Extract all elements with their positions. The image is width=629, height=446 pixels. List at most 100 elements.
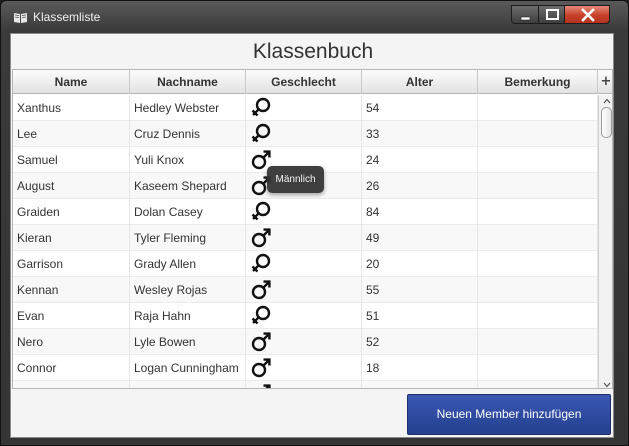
male-symbol-icon bbox=[250, 357, 272, 379]
cell-geschlecht[interactable] bbox=[246, 381, 362, 388]
cell-bemerkung[interactable] bbox=[478, 95, 598, 121]
cell-bemerkung[interactable] bbox=[478, 173, 598, 199]
cell-nachname: Raja Hahn bbox=[130, 303, 246, 329]
cell-bemerkung[interactable] bbox=[478, 251, 598, 277]
cell-nachname: Hedley Webster bbox=[130, 95, 246, 121]
table-header: Name Nachname Geschlecht Alter Bemerkung… bbox=[13, 70, 612, 94]
female-symbol-icon bbox=[250, 201, 272, 223]
minimize-icon bbox=[520, 16, 531, 21]
cell-name: Connor bbox=[13, 355, 130, 381]
male-symbol-icon bbox=[250, 331, 272, 353]
add-member-button[interactable]: Neuen Member hinzufügen bbox=[407, 394, 611, 435]
cell-bemerkung[interactable] bbox=[478, 303, 598, 329]
cell-geschlecht[interactable] bbox=[246, 355, 362, 381]
table-body: Xanthus Hedley Webster 54 Lee Cruz Dennis 33 S… bbox=[13, 95, 598, 388]
cell-alter: 20 bbox=[362, 251, 478, 277]
female-symbol-icon bbox=[250, 97, 272, 119]
cell-nachname: Grady Allen bbox=[130, 251, 246, 277]
title-bar[interactable]: Klassemliste bbox=[1, 1, 628, 33]
cell-nachname: Lyle Bowen bbox=[130, 329, 246, 355]
cell-geschlecht[interactable] bbox=[246, 95, 362, 121]
table-row[interactable]: Garrison Grady Allen 20 bbox=[13, 251, 598, 277]
cell-nachname: Rigel Brady bbox=[130, 381, 246, 388]
cell-name: Nero bbox=[13, 329, 130, 355]
cell-bemerkung[interactable] bbox=[478, 199, 598, 225]
cell-bemerkung[interactable] bbox=[478, 147, 598, 173]
scroll-up-icon[interactable] bbox=[603, 98, 611, 104]
cell-alter: 33 bbox=[362, 121, 478, 147]
cell-name: Kennan bbox=[13, 277, 130, 303]
male-symbol-icon bbox=[250, 383, 272, 388]
cell-geschlecht[interactable] bbox=[246, 251, 362, 277]
cell-alter: 21 bbox=[362, 381, 478, 388]
table-row[interactable]: Lee Cruz Dennis 33 bbox=[13, 121, 598, 147]
column-header-nachname[interactable]: Nachname bbox=[130, 70, 246, 94]
maximize-button[interactable] bbox=[538, 5, 565, 24]
female-symbol-icon bbox=[250, 253, 272, 275]
vertical-scrollbar[interactable] bbox=[598, 95, 612, 388]
table-row[interactable]: Connor Logan Cunningham 18 bbox=[13, 355, 598, 381]
members-table: Name Nachname Geschlecht Alter Bemerkung… bbox=[12, 69, 613, 389]
cell-bemerkung[interactable] bbox=[478, 355, 598, 381]
cell-name: Evan bbox=[13, 303, 130, 329]
cell-alter: 18 bbox=[362, 355, 478, 381]
table-row[interactable]: Evan Raja Hahn 51 bbox=[13, 303, 598, 329]
column-header-geschlecht[interactable]: Geschlecht bbox=[246, 70, 362, 94]
cell-geschlecht[interactable] bbox=[246, 199, 362, 225]
column-header-name[interactable]: Name bbox=[13, 70, 130, 94]
female-symbol-icon bbox=[250, 123, 272, 145]
table-row[interactable]: Graiden Dolan Casey 84 bbox=[13, 199, 598, 225]
minimize-button[interactable] bbox=[511, 5, 539, 24]
cell-name: August bbox=[13, 173, 130, 199]
close-icon bbox=[581, 8, 595, 22]
column-header-alter[interactable]: Alter bbox=[362, 70, 478, 94]
cell-bemerkung[interactable] bbox=[478, 225, 598, 251]
window-title: Klassemliste bbox=[33, 10, 101, 24]
cell-nachname: Logan Cunningham bbox=[130, 355, 246, 381]
cell-name: Garrison bbox=[13, 251, 130, 277]
cell-alter: 52 bbox=[362, 329, 478, 355]
female-symbol-icon bbox=[250, 305, 272, 327]
column-header-bemerkung[interactable]: Bemerkung bbox=[478, 70, 598, 94]
cell-geschlecht[interactable] bbox=[246, 277, 362, 303]
male-symbol-icon bbox=[250, 227, 272, 249]
cell-geschlecht[interactable] bbox=[246, 303, 362, 329]
cell-nachname: Wesley Rojas bbox=[130, 277, 246, 303]
gender-tooltip: Männlich bbox=[267, 166, 324, 193]
cell-nachname: Yuli Knox bbox=[130, 147, 246, 173]
cell-name: Samuel bbox=[13, 147, 130, 173]
cell-bemerkung[interactable] bbox=[478, 329, 598, 355]
table-row[interactable]: Kieran Tyler Fleming 49 bbox=[13, 225, 598, 251]
cell-alter: 84 bbox=[362, 199, 478, 225]
cell-nachname: Kaseem Shepard bbox=[130, 173, 246, 199]
book-icon bbox=[14, 13, 27, 23]
cell-name: Graiden bbox=[13, 199, 130, 225]
cell-alter: 54 bbox=[362, 95, 478, 121]
cell-name: Xanthus bbox=[13, 95, 130, 121]
cell-bemerkung[interactable] bbox=[478, 381, 598, 388]
application-window: Klassemliste Klassenbuch Name Nachname G… bbox=[0, 0, 629, 446]
cell-nachname: Cruz Dennis bbox=[130, 121, 246, 147]
male-symbol-icon bbox=[250, 279, 272, 301]
table-row[interactable]: Kennan Wesley Rojas 55 bbox=[13, 277, 598, 303]
cell-alter: 26 bbox=[362, 173, 478, 199]
cell-name: Lee bbox=[13, 121, 130, 147]
close-button[interactable] bbox=[564, 5, 610, 24]
maximize-icon bbox=[546, 9, 559, 20]
cell-geschlecht[interactable] bbox=[246, 329, 362, 355]
table-row[interactable]: FinnRigel Brady 21 bbox=[13, 381, 598, 388]
cell-nachname: Dolan Casey bbox=[130, 199, 246, 225]
scroll-down-icon[interactable] bbox=[603, 382, 611, 388]
table-row[interactable]: Xanthus Hedley Webster 54 bbox=[13, 95, 598, 121]
cell-geschlecht[interactable] bbox=[246, 121, 362, 147]
cell-geschlecht[interactable] bbox=[246, 225, 362, 251]
table-row[interactable]: Nero Lyle Bowen 52 bbox=[13, 329, 598, 355]
cell-nachname: Tyler Fleming bbox=[130, 225, 246, 251]
client-area: Klassenbuch Name Nachname Geschlecht Alt… bbox=[10, 33, 614, 438]
scroll-thumb[interactable] bbox=[601, 107, 612, 138]
page-title: Klassenbuch bbox=[252, 40, 374, 63]
cell-bemerkung[interactable] bbox=[478, 121, 598, 147]
add-column-button[interactable]: + bbox=[598, 70, 612, 94]
cell-alter: 24 bbox=[362, 147, 478, 173]
cell-bemerkung[interactable] bbox=[478, 277, 598, 303]
